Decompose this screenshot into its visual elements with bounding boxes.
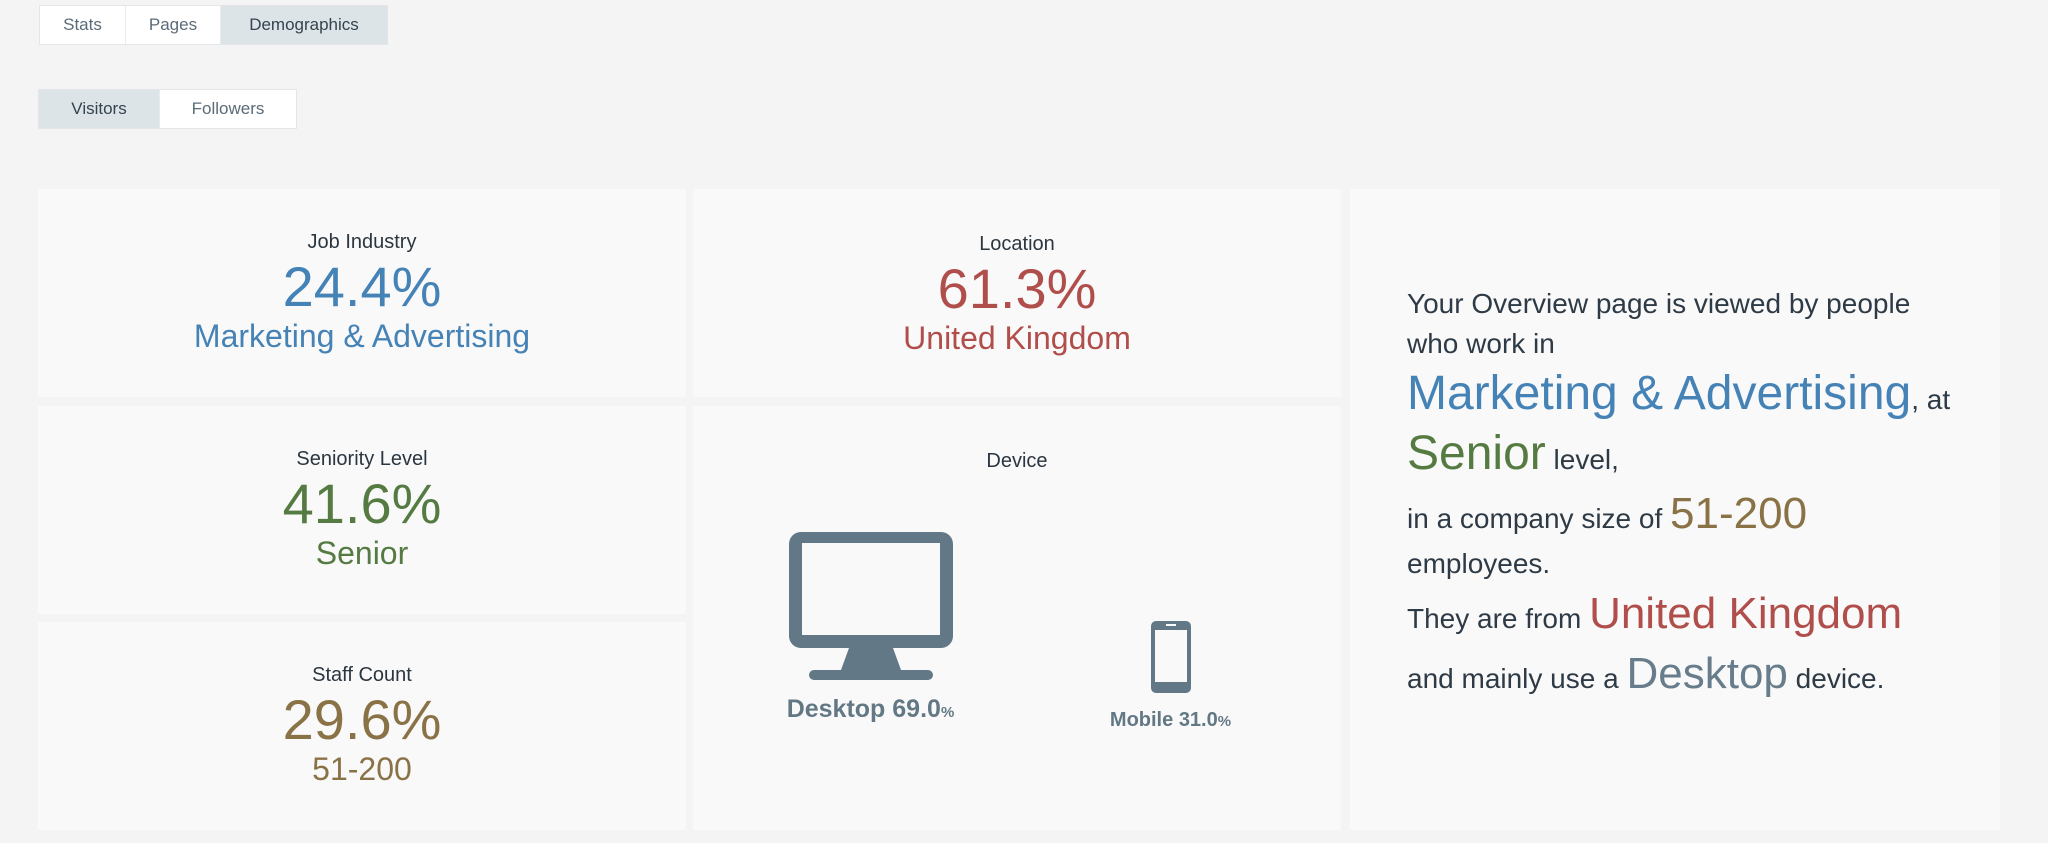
location-value: United Kingdom (903, 320, 1131, 356)
tab-stats[interactable]: Stats (40, 6, 126, 44)
overview-text: level, (1545, 444, 1619, 475)
desktop-percent: 69.0 (892, 695, 941, 723)
overview-industry: Marketing & Advertising (1407, 367, 1912, 420)
percent-sign: % (940, 704, 955, 721)
card-label: Device (986, 450, 1048, 472)
mobile-percent: 31.0 (1178, 709, 1218, 731)
overview-text: and mainly use a (1407, 663, 1627, 694)
desktop-monitor-icon (788, 532, 953, 680)
mobile-stat: Mobile 31.0% (1103, 620, 1238, 732)
overview-seniority: Senior (1407, 427, 1546, 480)
overview-size: 51-200 (1670, 489, 1808, 538)
tab-followers[interactable]: Followers (160, 90, 296, 128)
overview-device: Desktop (1626, 649, 1788, 698)
tab-demographics[interactable]: Demographics (221, 6, 387, 44)
card-label: Staff Count (312, 664, 412, 686)
job-industry-card: Job Industry 24.4% Marketing & Advertisi… (38, 189, 686, 397)
location-card: Location 61.3% United Kingdom (693, 189, 1341, 397)
overview-text: in a company size of (1407, 503, 1671, 534)
percent-sign: % (1217, 713, 1232, 730)
location-percent: 61.3% (937, 257, 1097, 320)
industry-value: Marketing & Advertising (193, 318, 531, 354)
seniority-value: Senior (315, 535, 409, 571)
seniority-level-card: Seniority Level 41.6% Senior (38, 406, 686, 614)
card-label: Location (979, 233, 1055, 255)
seniority-percent: 41.6% (282, 472, 442, 535)
staff-value: 51-200 (312, 751, 412, 787)
main-tabs: Stats Pages Demographics (39, 5, 388, 45)
overview-text: They are from (1407, 603, 1590, 634)
mobile-label: Mobile (1109, 709, 1174, 731)
audience-tabs: Visitors Followers (38, 89, 297, 129)
device-card: Device Desktop 69.0% Mobile 31.0% (693, 406, 1341, 830)
overview-summary: Your Overview page is viewed by people w… (1407, 284, 1967, 704)
tab-pages[interactable]: Pages (126, 6, 221, 44)
overview-intro: Your Overview page is viewed by people w… (1407, 288, 1911, 359)
overview-location: United Kingdom (1589, 589, 1903, 638)
overview-text: , at (1911, 384, 1951, 415)
staff-percent: 29.6% (282, 688, 442, 751)
overview-text: device. (1787, 663, 1885, 694)
card-label: Seniority Level (296, 448, 428, 470)
mobile-phone-icon (1150, 621, 1191, 693)
overview-text: employees. (1407, 548, 1551, 579)
tab-visitors[interactable]: Visitors (39, 90, 160, 128)
desktop-label: Desktop (786, 695, 886, 723)
card-label: Job Industry (307, 231, 417, 253)
staff-count-card: Staff Count 29.6% 51-200 (38, 622, 686, 830)
industry-percent: 24.4% (282, 255, 442, 318)
desktop-stat: Desktop 69.0% (783, 530, 958, 724)
overview-card: Your Overview page is viewed by people w… (1350, 189, 2000, 830)
